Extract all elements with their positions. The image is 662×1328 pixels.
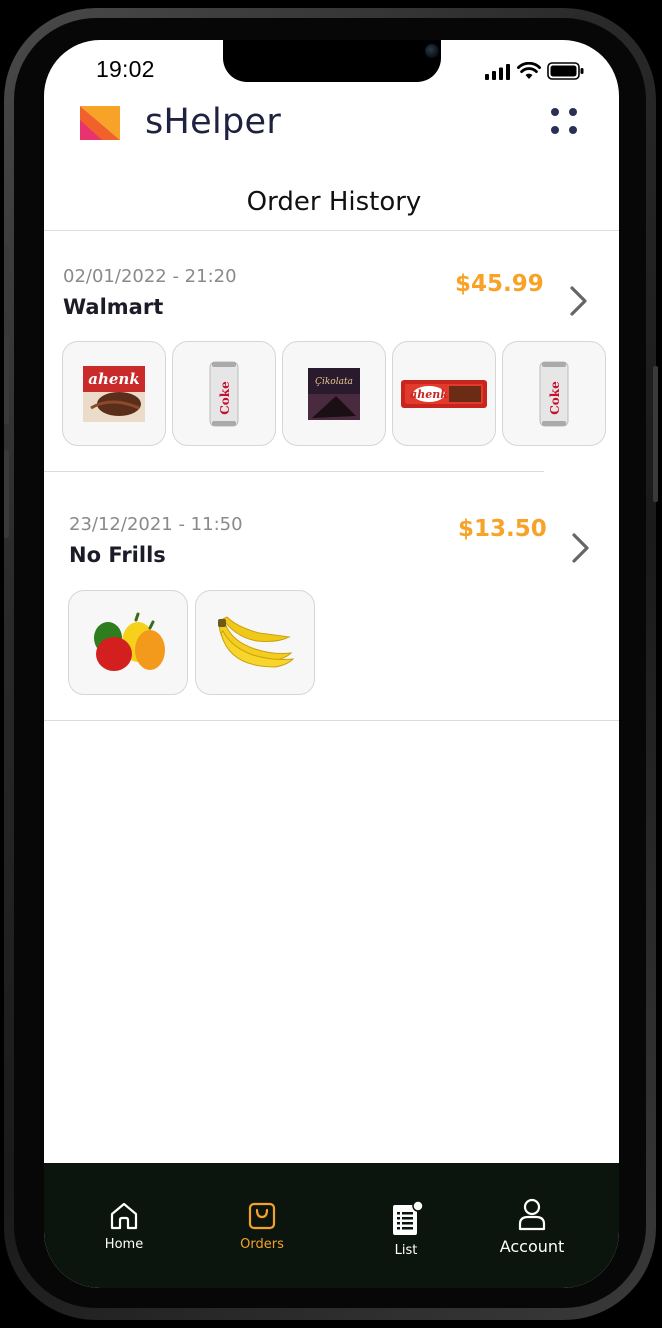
item-thumbnail[interactable] bbox=[68, 590, 188, 695]
chocolate-bar-image: Çikolata bbox=[308, 367, 360, 420]
diet-coke-can-image: Coke bbox=[539, 361, 569, 426]
status-icons bbox=[485, 62, 585, 80]
order-store: Walmart bbox=[63, 295, 164, 319]
order-total: $45.99 bbox=[455, 271, 544, 297]
bottom-tab-bar: Home Orders List Account bbox=[44, 1163, 619, 1288]
ahenk-label: ahenk bbox=[88, 370, 139, 388]
power-button bbox=[653, 366, 658, 502]
bell-peppers-image bbox=[94, 612, 165, 671]
order-store: No Frills bbox=[69, 543, 166, 567]
tab-home-label: Home bbox=[104, 1237, 144, 1252]
cellular-signal-icon bbox=[485, 64, 510, 80]
item-thumbnail[interactable] bbox=[195, 590, 315, 695]
order-card[interactable]: 02/01/2022 - 21:20 Walmart $45.99 ahenk bbox=[44, 231, 619, 471]
order-total: $13.50 bbox=[458, 516, 547, 542]
order-items: ahenk Coke Çikolata ahenk Coke bbox=[62, 341, 606, 446]
tab-account[interactable]: Account bbox=[496, 1197, 568, 1256]
order-date: 02/01/2022 - 21:20 bbox=[63, 266, 237, 287]
item-thumbnail[interactable]: ahenk bbox=[62, 341, 166, 446]
tab-list[interactable]: List bbox=[376, 1200, 436, 1258]
coke-label: Coke bbox=[218, 380, 232, 414]
menu-dot-icon bbox=[569, 126, 577, 134]
order-items bbox=[68, 590, 315, 695]
bananas-image bbox=[218, 615, 295, 668]
ahenk-cake-image: ahenk bbox=[83, 365, 145, 422]
user-icon bbox=[518, 1198, 546, 1231]
notch bbox=[223, 40, 441, 82]
list-icon bbox=[393, 1200, 424, 1235]
shopping-bag-icon bbox=[248, 1202, 276, 1230]
item-thumbnail[interactable]: Çikolata bbox=[282, 341, 386, 446]
status-time: 19:02 bbox=[96, 56, 155, 82]
ahenk-bar-label: ahenk bbox=[410, 388, 448, 401]
home-icon bbox=[110, 1202, 138, 1230]
shelper-logo-icon bbox=[80, 106, 120, 140]
tab-list-label: List bbox=[394, 1243, 418, 1258]
menu-dot-icon bbox=[551, 108, 559, 116]
coke-label: Coke bbox=[548, 380, 562, 414]
order-divider bbox=[44, 720, 619, 721]
tab-orders-label: Orders bbox=[240, 1237, 284, 1252]
volume-up-button bbox=[4, 336, 9, 424]
app-header: sHelper bbox=[44, 90, 619, 160]
chevron-right-icon[interactable] bbox=[568, 285, 590, 317]
item-thumbnail[interactable]: Coke bbox=[502, 341, 606, 446]
diet-coke-can-image: Coke bbox=[209, 361, 239, 426]
menu-dot-icon bbox=[569, 108, 577, 116]
item-thumbnail[interactable]: Coke bbox=[172, 341, 276, 446]
item-thumbnail[interactable]: ahenk bbox=[392, 341, 496, 446]
tab-home[interactable]: Home bbox=[94, 1201, 154, 1252]
battery-icon bbox=[547, 62, 584, 80]
menu-button[interactable] bbox=[549, 106, 581, 134]
tab-orders[interactable]: Orders bbox=[232, 1201, 292, 1252]
page-title: Order History bbox=[246, 187, 422, 217]
mute-switch bbox=[4, 246, 9, 292]
order-date: 23/12/2021 - 11:50 bbox=[69, 514, 243, 535]
front-camera bbox=[425, 44, 439, 58]
menu-dot-icon bbox=[551, 126, 559, 134]
wifi-icon bbox=[517, 62, 541, 79]
app-screen: 19:02 sHelper Order History 02/01/2022 -… bbox=[44, 40, 619, 1288]
chevron-right-icon[interactable] bbox=[570, 532, 592, 564]
tab-account-label: Account bbox=[499, 1237, 565, 1256]
ahenk-chocolate-bar-image: ahenk bbox=[401, 379, 487, 408]
chocolate-label: Çikolata bbox=[315, 377, 353, 387]
order-card[interactable]: 23/12/2021 - 11:50 No Frills $13.50 bbox=[44, 472, 619, 720]
volume-down-button bbox=[4, 450, 9, 538]
app-brand-name: sHelper bbox=[145, 102, 282, 142]
